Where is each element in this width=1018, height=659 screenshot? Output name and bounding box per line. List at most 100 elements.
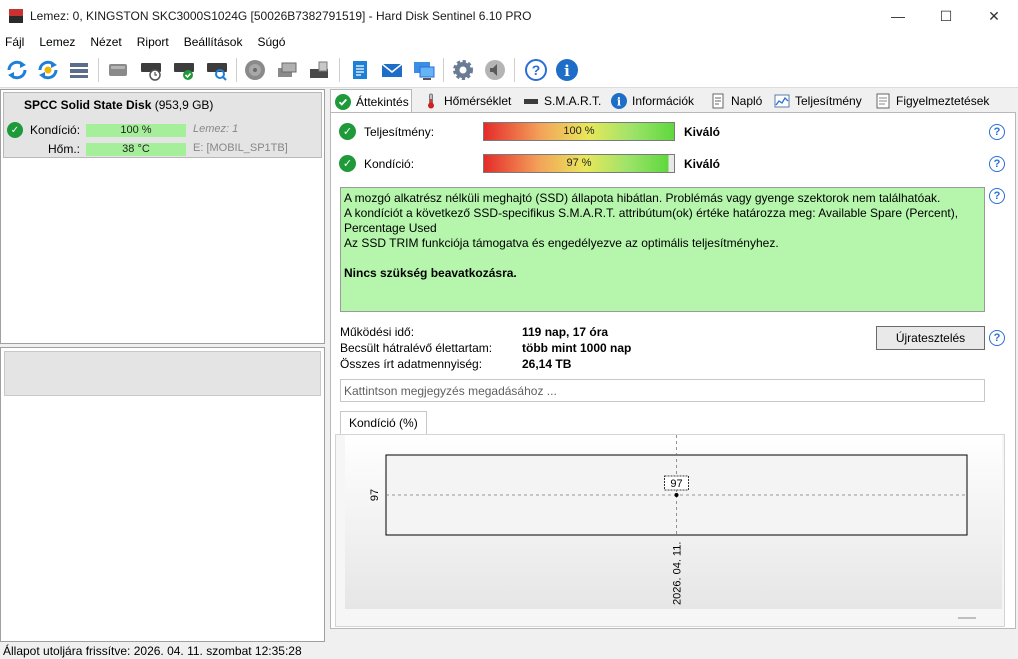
disk-list-item[interactable]: SPCC Solid State Disk (953,9 GB) ✓ Kondí… bbox=[3, 92, 322, 158]
performance-bar: 100 % bbox=[483, 122, 675, 141]
window-title: Lemez: 0, KINGSTON SKC3000S1024G [50026B… bbox=[30, 9, 532, 23]
help-icon[interactable]: ? bbox=[989, 124, 1005, 140]
health-label: Kondíció: bbox=[364, 157, 415, 171]
status-line: Az SSD TRIM funkciója támogatva és enged… bbox=[344, 236, 779, 250]
secondary-panel-header bbox=[4, 351, 321, 396]
maximize-button[interactable]: ☐ bbox=[922, 0, 970, 32]
svg-text:i: i bbox=[617, 95, 621, 108]
disk-temp-row: Hőm.: 38 °C E: [MOBIL_SP1TB] bbox=[4, 141, 323, 157]
thermometer-icon bbox=[423, 93, 439, 109]
tab-information-label: Információk bbox=[632, 93, 695, 108]
status-action: Nincs szükség beavatkozásra. bbox=[344, 266, 517, 280]
app-logo-icon bbox=[9, 9, 23, 23]
disk-icon[interactable] bbox=[106, 58, 130, 82]
sound-icon[interactable] bbox=[483, 58, 507, 82]
log-icon bbox=[710, 93, 726, 109]
tab-temperature-label: Hőmérséklet bbox=[444, 93, 512, 108]
data-point bbox=[674, 493, 679, 497]
tab-log[interactable]: Napló bbox=[706, 89, 762, 112]
uptime-value: 119 nap, 17 óra bbox=[522, 325, 609, 339]
menu-settings[interactable]: Beállítások bbox=[184, 35, 243, 49]
svg-text:?: ? bbox=[532, 62, 541, 78]
disk-list-icon[interactable] bbox=[67, 58, 91, 82]
data-label: 97 bbox=[670, 478, 682, 490]
refresh-all-icon[interactable] bbox=[36, 58, 60, 82]
performance-ok-icon: ✓ bbox=[339, 123, 356, 140]
health-ok-icon: ✓ bbox=[339, 155, 356, 172]
network-icon[interactable] bbox=[412, 58, 436, 82]
help-icon[interactable]: ? bbox=[989, 188, 1005, 204]
disk-export-icon[interactable] bbox=[275, 58, 299, 82]
disk-usb-icon[interactable] bbox=[307, 58, 331, 82]
y-tick-label: 97 bbox=[369, 489, 381, 501]
status-bar: Állapot utoljára frissítve: 2026. 04. 11… bbox=[0, 643, 1018, 659]
menu-disk[interactable]: Lemez bbox=[39, 35, 75, 49]
alerts-icon bbox=[875, 93, 891, 109]
tab-alerts[interactable]: Figyelmeztetések bbox=[871, 89, 989, 112]
disk-size: (953,9 GB) bbox=[154, 98, 214, 112]
settings-icon[interactable] bbox=[451, 58, 475, 82]
smart-icon bbox=[523, 93, 539, 109]
check-icon bbox=[335, 93, 351, 110]
close-button[interactable]: ✕ bbox=[970, 0, 1018, 32]
disk-list: SPCC Solid State Disk (953,9 GB) ✓ Kondí… bbox=[0, 89, 325, 344]
performance-rating: Kiváló bbox=[684, 125, 721, 139]
menu-help[interactable]: Súgó bbox=[257, 35, 285, 49]
tab-performance-label: Teljesítmény bbox=[795, 93, 862, 108]
info-icon[interactable]: i bbox=[555, 58, 579, 82]
disk-schedule-icon[interactable] bbox=[139, 58, 163, 82]
disk-name: SPCC Solid State Disk bbox=[24, 98, 152, 112]
tab-information[interactable]: i Információk bbox=[607, 89, 694, 112]
chart-tab-health[interactable]: Kondíció (%) bbox=[340, 411, 427, 434]
written-label: Összes írt adatmennyiség: bbox=[340, 357, 483, 371]
tab-alerts-label: Figyelmeztetések bbox=[896, 93, 990, 108]
tab-overview-label: Áttekintés bbox=[356, 94, 409, 109]
disk-search-icon[interactable] bbox=[205, 58, 229, 82]
menu-report[interactable]: Riport bbox=[137, 35, 169, 49]
retest-button[interactable]: Újratesztelés bbox=[876, 326, 985, 350]
refresh-icon[interactable] bbox=[5, 58, 29, 82]
disk-health-row: ✓ Kondíció: 100 % Lemez: 1 bbox=[4, 122, 323, 138]
performance-label: Teljesítmény: bbox=[364, 125, 435, 139]
health-mini-bar: 100 % bbox=[86, 124, 186, 137]
toolbar: ? i bbox=[0, 52, 1018, 88]
svg-text:i: i bbox=[564, 62, 570, 80]
disk-list-panel: SPCC Solid State Disk (953,9 GB) ✓ Kondí… bbox=[0, 89, 326, 642]
surface-test-icon[interactable] bbox=[243, 58, 267, 82]
lifetime-value: több mint 1000 nap bbox=[522, 341, 632, 355]
title-bar: Lemez: 0, KINGSTON SKC3000S1024G [50026B… bbox=[0, 0, 1018, 32]
note-input[interactable] bbox=[340, 379, 985, 402]
written-value: 26,14 TB bbox=[522, 357, 572, 371]
performance-icon bbox=[774, 93, 790, 109]
health-label: Kondíció: bbox=[30, 123, 81, 137]
secondary-panel bbox=[0, 347, 325, 642]
status-description: A mozgó alkatrész nélküli meghajtó (SSD)… bbox=[340, 187, 985, 312]
health-rating: Kiváló bbox=[684, 157, 721, 171]
tab-overview[interactable]: Áttekintés bbox=[330, 89, 412, 113]
report-icon[interactable] bbox=[348, 58, 372, 82]
lifetime-label: Becsült hátralévő élettartam: bbox=[340, 341, 493, 355]
chart-canvas: 97 2026. 04. 11. 97 bbox=[369, 435, 976, 619]
email-icon[interactable] bbox=[380, 58, 404, 82]
check-icon: ✓ bbox=[7, 122, 23, 138]
health-chart: 97 2026. 04. 11. 97 bbox=[335, 434, 1005, 627]
menu-bar: Fájl Lemez Nézet Riport Beállítások Súgó bbox=[0, 32, 1018, 52]
menu-view[interactable]: Nézet bbox=[90, 35, 121, 49]
minimize-button[interactable]: — bbox=[874, 0, 922, 32]
help-icon[interactable]: ? bbox=[989, 156, 1005, 172]
info-icon: i bbox=[611, 92, 627, 109]
tab-performance[interactable]: Teljesítmény bbox=[770, 89, 862, 112]
menu-file[interactable]: Fájl bbox=[5, 35, 24, 49]
tab-log-label: Napló bbox=[731, 93, 763, 108]
tab-smart[interactable]: S.M.A.R.T. bbox=[519, 89, 601, 112]
volume-label: E: [MOBIL_SP1TB] bbox=[193, 142, 288, 154]
disk-ok-icon[interactable] bbox=[172, 58, 196, 82]
tab-temperature[interactable]: Hőmérséklet bbox=[419, 89, 511, 112]
x-tick-label: 2026. 04. 11. bbox=[672, 542, 684, 605]
help-icon[interactable]: ? bbox=[524, 58, 548, 82]
health-bar: 97 % bbox=[483, 154, 675, 173]
help-icon[interactable]: ? bbox=[989, 330, 1005, 346]
status-line: A mozgó alkatrész nélküli meghajtó (SSD)… bbox=[344, 191, 941, 205]
status-line: A kondíciót a következő SSD-specifikus S… bbox=[344, 206, 959, 235]
temperature-label: Hőm.: bbox=[48, 142, 81, 156]
